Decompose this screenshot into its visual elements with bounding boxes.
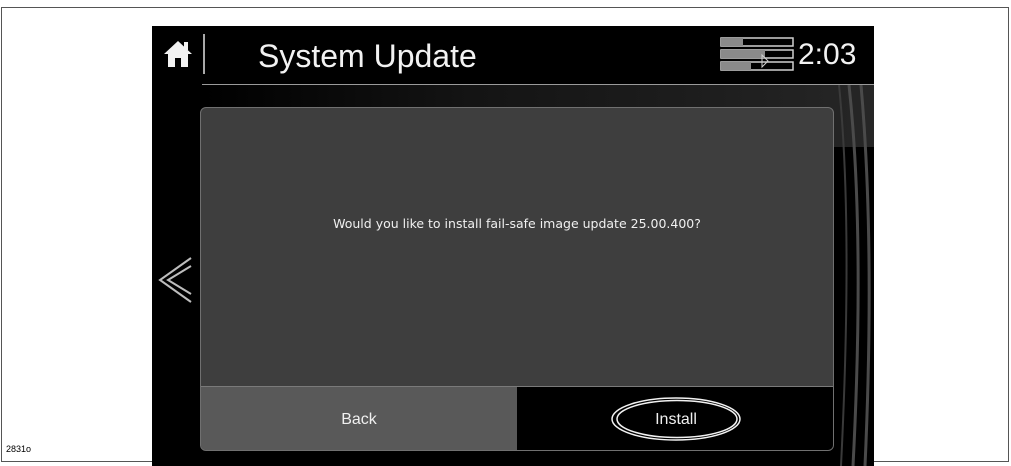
back-button-label: Back xyxy=(341,410,377,428)
confirm-dialog: Would you like to install fail-safe imag… xyxy=(200,107,834,451)
header-bar: System Update 2:03 xyxy=(152,26,874,84)
figure-number: 2831o xyxy=(6,444,32,454)
header-divider xyxy=(203,34,205,74)
home-icon[interactable] xyxy=(162,38,194,70)
highlight-ellipse xyxy=(611,397,741,441)
dialog-message: Would you like to install fail-safe imag… xyxy=(333,216,701,231)
figure-frame: System Update 2:03 Would you like to ins… xyxy=(1,7,1009,466)
scroll-rails xyxy=(838,85,871,466)
infotainment-screen: System Update 2:03 Would you like to ins… xyxy=(152,26,874,466)
chevron-left-icon[interactable] xyxy=(156,254,194,306)
clock: 2:03 xyxy=(798,38,857,71)
header-rule xyxy=(202,84,874,85)
page-title: System Update xyxy=(258,38,477,74)
signal-status-icon xyxy=(720,37,794,71)
install-button[interactable]: Install xyxy=(517,386,833,450)
back-button[interactable]: Back xyxy=(201,386,517,450)
